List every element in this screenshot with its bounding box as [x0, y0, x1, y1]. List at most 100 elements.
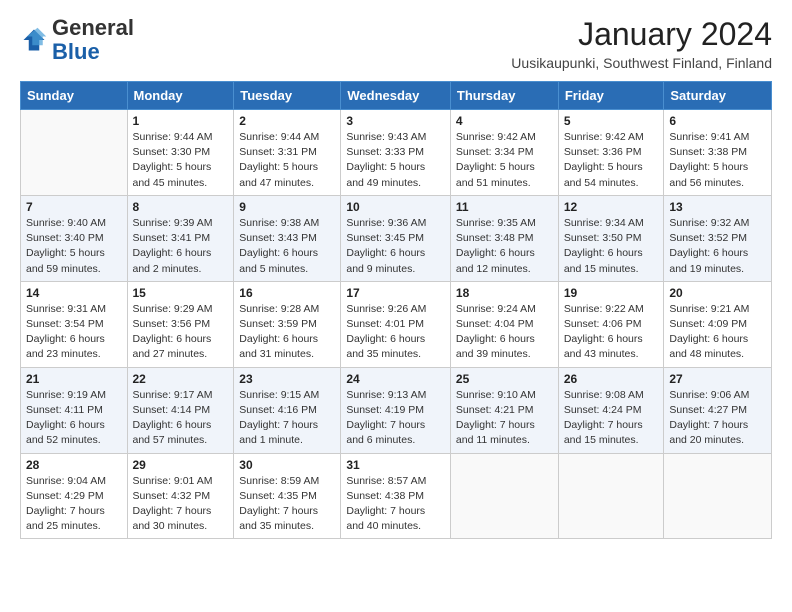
- weekday-thursday: Thursday: [450, 82, 558, 110]
- calendar-cell: [664, 453, 772, 539]
- day-content: Sunrise: 9:28 AM Sunset: 3:59 PM Dayligh…: [239, 302, 335, 363]
- calendar-table: SundayMondayTuesdayWednesdayThursdayFrid…: [20, 81, 772, 539]
- day-number: 2: [239, 114, 335, 128]
- day-content: Sunrise: 9:41 AM Sunset: 3:38 PM Dayligh…: [669, 130, 766, 191]
- day-content: Sunrise: 9:40 AM Sunset: 3:40 PM Dayligh…: [26, 216, 122, 277]
- day-content: Sunrise: 8:57 AM Sunset: 4:38 PM Dayligh…: [346, 474, 445, 535]
- day-number: 13: [669, 200, 766, 214]
- day-number: 11: [456, 200, 553, 214]
- calendar-cell: 15 Sunrise: 9:29 AM Sunset: 3:56 PM Dayli…: [127, 281, 234, 367]
- calendar-cell: 26Sunrise: 9:08 AM Sunset: 4:24 PM Dayli…: [558, 367, 664, 453]
- day-number: 25: [456, 372, 553, 386]
- weekday-saturday: Saturday: [664, 82, 772, 110]
- calendar-cell: 8 Sunrise: 9:39 AM Sunset: 3:41 PM Daylig…: [127, 195, 234, 281]
- title-block: January 2024 Uusikaupunki, Southwest Fin…: [511, 16, 772, 71]
- day-content: Sunrise: 9:29 AM Sunset: 3:56 PM Dayligh…: [133, 302, 229, 363]
- day-content: Sunrise: 9:31 AM Sunset: 3:54 PM Dayligh…: [26, 302, 122, 363]
- day-number: 10: [346, 200, 445, 214]
- day-content: Sunrise: 9:13 AM Sunset: 4:19 PM Dayligh…: [346, 388, 445, 449]
- calendar-cell: 13 Sunrise: 9:32 AM Sunset: 3:52 PM Dayli…: [664, 195, 772, 281]
- calendar-cell: 18 Sunrise: 9:24 AM Sunset: 4:04 PM Dayli…: [450, 281, 558, 367]
- calendar-cell: 2 Sunrise: 9:44 AM Sunset: 3:31 PM Daylig…: [234, 110, 341, 196]
- day-content: Sunrise: 9:06 AM Sunset: 4:27 PM Dayligh…: [669, 388, 766, 449]
- day-number: 23: [239, 372, 335, 386]
- day-content: Sunrise: 9:32 AM Sunset: 3:52 PM Dayligh…: [669, 216, 766, 277]
- day-number: 27: [669, 372, 766, 386]
- calendar-cell: 19Sunrise: 9:22 AM Sunset: 4:06 PM Dayli…: [558, 281, 664, 367]
- day-content: Sunrise: 9:10 AM Sunset: 4:21 PM Dayligh…: [456, 388, 553, 449]
- calendar-cell: 23 Sunrise: 9:15 AM Sunset: 4:16 PM Dayli…: [234, 367, 341, 453]
- calendar-cell: 31 Sunrise: 8:57 AM Sunset: 4:38 PM Dayli…: [341, 453, 451, 539]
- month-year: January 2024: [511, 16, 772, 53]
- calendar-cell: 28 Sunrise: 9:04 AM Sunset: 4:29 PM Dayli…: [21, 453, 128, 539]
- calendar-week-5: 28 Sunrise: 9:04 AM Sunset: 4:29 PM Dayli…: [21, 453, 772, 539]
- day-number: 21: [26, 372, 122, 386]
- day-content: Sunrise: 9:17 AM Sunset: 4:14 PM Dayligh…: [133, 388, 229, 449]
- day-content: Sunrise: 9:44 AM Sunset: 3:31 PM Dayligh…: [239, 130, 335, 191]
- day-content: Sunrise: 9:22 AM Sunset: 4:06 PM Dayligh…: [564, 302, 659, 363]
- day-number: 26: [564, 372, 659, 386]
- calendar-week-3: 14Sunrise: 9:31 AM Sunset: 3:54 PM Dayli…: [21, 281, 772, 367]
- day-content: Sunrise: 9:24 AM Sunset: 4:04 PM Dayligh…: [456, 302, 553, 363]
- day-number: 12: [564, 200, 659, 214]
- day-content: Sunrise: 9:44 AM Sunset: 3:30 PM Dayligh…: [133, 130, 229, 191]
- day-number: 16: [239, 286, 335, 300]
- calendar-cell: 20Sunrise: 9:21 AM Sunset: 4:09 PM Dayli…: [664, 281, 772, 367]
- day-content: Sunrise: 9:42 AM Sunset: 3:36 PM Dayligh…: [564, 130, 659, 191]
- calendar-cell: 14Sunrise: 9:31 AM Sunset: 3:54 PM Dayli…: [21, 281, 128, 367]
- calendar-cell: [21, 110, 128, 196]
- day-content: Sunrise: 9:19 AM Sunset: 4:11 PM Dayligh…: [26, 388, 122, 449]
- day-number: 3: [346, 114, 445, 128]
- day-content: Sunrise: 9:39 AM Sunset: 3:41 PM Dayligh…: [133, 216, 229, 277]
- calendar-week-1: 1 Sunrise: 9:44 AM Sunset: 3:30 PM Daylig…: [21, 110, 772, 196]
- day-content: Sunrise: 9:04 AM Sunset: 4:29 PM Dayligh…: [26, 474, 122, 535]
- calendar-cell: 27 Sunrise: 9:06 AM Sunset: 4:27 PM Dayli…: [664, 367, 772, 453]
- calendar-cell: 9Sunrise: 9:38 AM Sunset: 3:43 PM Daylig…: [234, 195, 341, 281]
- calendar-cell: 21 Sunrise: 9:19 AM Sunset: 4:11 PM Dayli…: [21, 367, 128, 453]
- day-content: Sunrise: 9:01 AM Sunset: 4:32 PM Dayligh…: [133, 474, 229, 535]
- day-number: 1: [133, 114, 229, 128]
- day-number: 5: [564, 114, 659, 128]
- day-number: 17: [346, 286, 445, 300]
- calendar-cell: [450, 453, 558, 539]
- logo-icon: [20, 26, 48, 54]
- day-number: 30: [239, 458, 335, 472]
- day-content: Sunrise: 9:34 AM Sunset: 3:50 PM Dayligh…: [564, 216, 659, 277]
- day-number: 4: [456, 114, 553, 128]
- calendar-cell: 22Sunrise: 9:17 AM Sunset: 4:14 PM Dayli…: [127, 367, 234, 453]
- header: General Blue January 2024 Uusikaupunki, …: [20, 16, 772, 71]
- weekday-sunday: Sunday: [21, 82, 128, 110]
- calendar-cell: 30Sunrise: 8:59 AM Sunset: 4:35 PM Dayli…: [234, 453, 341, 539]
- weekday-header-row: SundayMondayTuesdayWednesdayThursdayFrid…: [21, 82, 772, 110]
- location: Uusikaupunki, Southwest Finland, Finland: [511, 55, 772, 71]
- calendar-week-2: 7 Sunrise: 9:40 AM Sunset: 3:40 PM Daylig…: [21, 195, 772, 281]
- calendar-cell: 25 Sunrise: 9:10 AM Sunset: 4:21 PM Dayli…: [450, 367, 558, 453]
- day-number: 31: [346, 458, 445, 472]
- calendar-cell: 24 Sunrise: 9:13 AM Sunset: 4:19 PM Dayli…: [341, 367, 451, 453]
- day-number: 7: [26, 200, 122, 214]
- calendar-cell: 17 Sunrise: 9:26 AM Sunset: 4:01 PM Dayli…: [341, 281, 451, 367]
- calendar-week-4: 21 Sunrise: 9:19 AM Sunset: 4:11 PM Dayli…: [21, 367, 772, 453]
- day-number: 15: [133, 286, 229, 300]
- calendar-cell: 16 Sunrise: 9:28 AM Sunset: 3:59 PM Dayli…: [234, 281, 341, 367]
- day-content: Sunrise: 9:42 AM Sunset: 3:34 PM Dayligh…: [456, 130, 553, 191]
- weekday-wednesday: Wednesday: [341, 82, 451, 110]
- logo-general: General: [52, 15, 134, 40]
- day-number: 24: [346, 372, 445, 386]
- day-number: 18: [456, 286, 553, 300]
- weekday-friday: Friday: [558, 82, 664, 110]
- day-content: Sunrise: 9:36 AM Sunset: 3:45 PM Dayligh…: [346, 216, 445, 277]
- day-number: 9: [239, 200, 335, 214]
- day-number: 28: [26, 458, 122, 472]
- day-number: 8: [133, 200, 229, 214]
- logo: General Blue: [20, 16, 134, 64]
- page: General Blue January 2024 Uusikaupunki, …: [0, 0, 792, 555]
- logo-blue: Blue: [52, 39, 100, 64]
- day-content: Sunrise: 9:21 AM Sunset: 4:09 PM Dayligh…: [669, 302, 766, 363]
- calendar-cell: 11Sunrise: 9:35 AM Sunset: 3:48 PM Dayli…: [450, 195, 558, 281]
- day-content: Sunrise: 9:26 AM Sunset: 4:01 PM Dayligh…: [346, 302, 445, 363]
- calendar-cell: 10 Sunrise: 9:36 AM Sunset: 3:45 PM Dayli…: [341, 195, 451, 281]
- day-number: 6: [669, 114, 766, 128]
- calendar-cell: 4 Sunrise: 9:42 AM Sunset: 3:34 PM Daylig…: [450, 110, 558, 196]
- day-content: Sunrise: 9:15 AM Sunset: 4:16 PM Dayligh…: [239, 388, 335, 449]
